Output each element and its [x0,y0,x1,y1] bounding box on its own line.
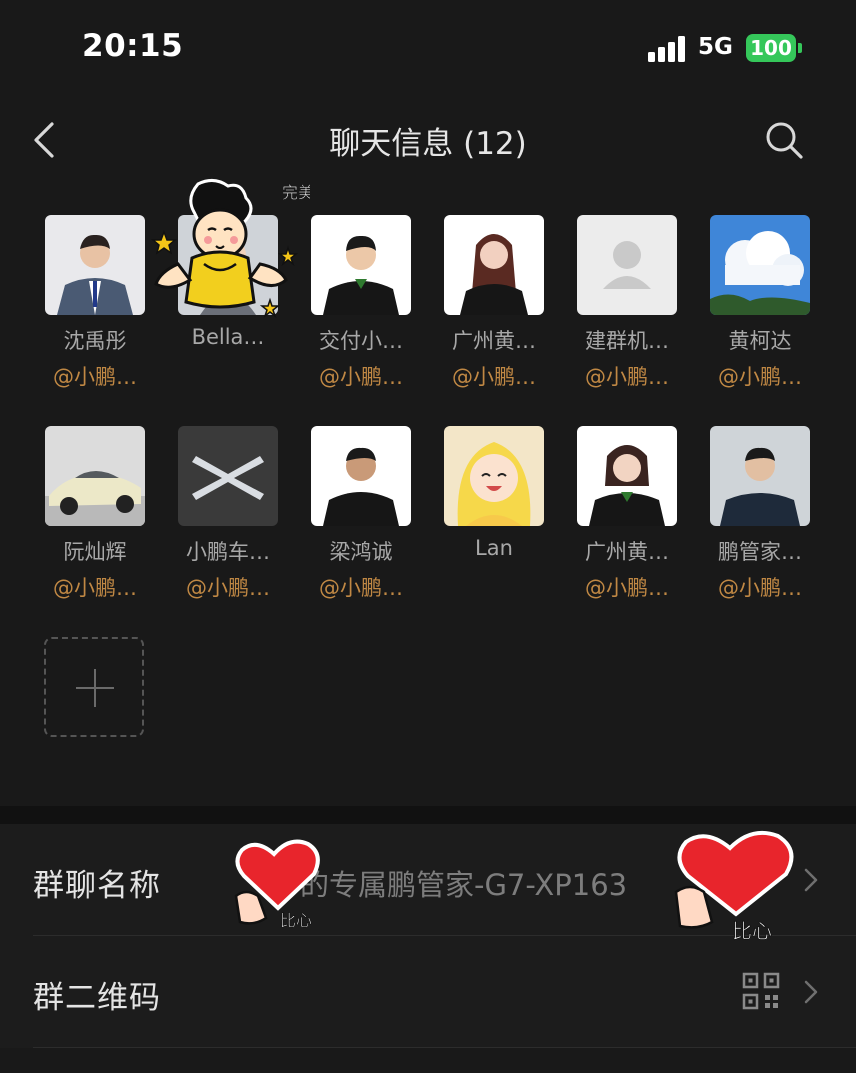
plus-icon-vertical [94,669,96,707]
group-qr-row[interactable]: 群二维码 [0,936,856,1048]
page-title: 聊天信息 (12) [329,126,527,162]
group-name-value: 的专属鹏管家-G7-XP163 [300,868,628,902]
chevron-right-icon [800,864,822,896]
avatar [577,426,677,526]
avatar [710,426,810,526]
row-divider [33,1047,856,1048]
avatar [45,426,145,526]
member-name: 广州黄… [452,329,536,353]
nav-bar: 聊天信息 (12) [0,108,856,172]
group-name-row[interactable]: 群聊名称 的专属鹏管家-G7-XP163 [0,824,856,936]
group-name-label: 群聊名称 [33,868,161,904]
avatar [178,426,278,526]
member-role: @小鹏… [585,365,669,389]
avatar [444,215,544,315]
member-role: @小鹏… [319,576,403,600]
member-name: 沈禹彤 [63,329,127,353]
avatar [311,215,411,315]
signal-icon [648,36,688,62]
chevron-right-icon [800,976,822,1008]
avatar [311,426,411,526]
section-divider [0,806,856,824]
search-icon[interactable] [762,118,806,162]
member-role: @小鹏… [319,365,403,389]
member-role: @小鹏… [452,365,536,389]
status-bar: 20:15 5G 100 [0,0,856,96]
avatar [710,215,810,315]
member-name: 黄柯达 [728,329,792,353]
member-name: 梁鸿诚 [329,540,393,564]
avatar [45,215,145,315]
member-role: @小鹏… [53,576,137,600]
avatar [178,215,278,315]
network-type: 5G [698,34,733,60]
sticker-text: 完美 [282,183,310,202]
member-name: 广州黄… [585,540,669,564]
battery-icon: 100 [746,34,796,62]
member-name: 鹏管家… [718,540,802,564]
member-role: @小鹏… [718,576,802,600]
member-name: 建群机… [585,329,669,353]
member-name: 阮灿辉 [63,540,127,564]
member-name: 小鹏车… [186,540,270,564]
avatar [577,215,677,315]
member-role: @小鹏… [186,576,270,600]
member-role: @小鹏… [718,365,802,389]
member-role: @小鹏… [585,576,669,600]
add-member-button[interactable] [44,637,144,737]
member-name: Bella… [191,325,265,349]
member-role: @小鹏… [53,365,137,389]
battery-tip [798,43,802,53]
member-name: Lan [475,536,513,560]
member-name: 交付小… [319,329,403,353]
group-qr-label: 群二维码 [33,980,161,1016]
status-time: 20:15 [82,28,184,64]
avatar [444,426,544,526]
qr-code-icon [742,972,780,1010]
